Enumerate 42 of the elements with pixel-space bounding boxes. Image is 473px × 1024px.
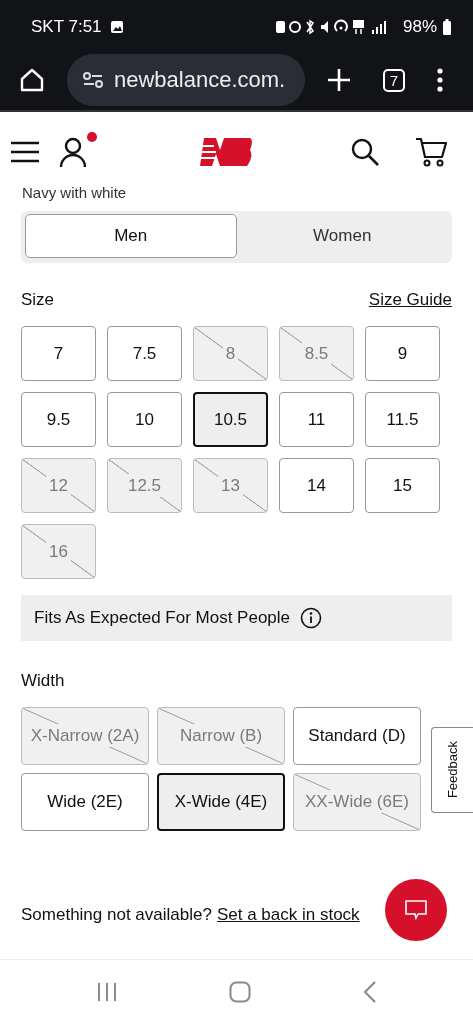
size-option[interactable]: 11 xyxy=(279,392,354,447)
size-option[interactable]: 15 xyxy=(365,458,440,513)
width-option[interactable]: Standard (D) xyxy=(293,707,421,765)
width-option[interactable]: Wide (2E) xyxy=(21,773,149,831)
width-option[interactable]: X-Wide (4E) xyxy=(157,773,285,831)
back-icon[interactable] xyxy=(363,981,378,1003)
info-icon[interactable] xyxy=(300,607,323,629)
feedback-tab[interactable]: Feedback xyxy=(431,727,473,813)
back-in-stock-link[interactable]: Set a back in stock xyxy=(216,905,360,925)
home-button-icon[interactable] xyxy=(229,981,252,1003)
chat-icon xyxy=(405,900,427,920)
gender-tab[interactable]: Women xyxy=(236,214,448,258)
new-tab-icon[interactable] xyxy=(327,68,351,92)
size-option[interactable]: 10.5 xyxy=(193,392,268,447)
battery-icon xyxy=(443,19,451,35)
size-option[interactable]: 10 xyxy=(107,392,182,447)
size-guide-link[interactable]: Size Guide xyxy=(368,290,452,310)
recent-apps-icon[interactable] xyxy=(95,982,118,1002)
gender-tab[interactable]: Men xyxy=(25,214,237,258)
menu-icon[interactable] xyxy=(11,141,39,163)
size-option[interactable]: 14 xyxy=(279,458,354,513)
size-option[interactable]: 7 xyxy=(21,326,96,381)
menu-icon[interactable] xyxy=(437,68,443,92)
size-option[interactable]: 7.5 xyxy=(107,326,182,381)
tab-count-button[interactable]: 7 xyxy=(383,68,405,92)
size-option[interactable]: 11.5 xyxy=(365,392,440,447)
url-text: newbalance.com. xyxy=(114,67,286,93)
size-option[interactable]: 9 xyxy=(365,326,440,381)
address-bar[interactable]: newbalance.com. xyxy=(67,54,305,106)
back-in-stock-text: Something not available? xyxy=(21,905,212,925)
color-name: Navy with white xyxy=(21,184,127,201)
size-option[interactable]: 9.5 xyxy=(21,392,96,447)
home-icon[interactable] xyxy=(19,67,45,93)
site-settings-icon[interactable] xyxy=(82,71,104,89)
size-label: Size xyxy=(21,290,55,310)
status-time: SKT 7:51 xyxy=(31,17,102,37)
battery-level: 98% xyxy=(402,17,437,37)
search-icon[interactable] xyxy=(351,138,379,166)
image-icon xyxy=(109,20,124,34)
cart-icon[interactable] xyxy=(415,137,447,167)
fit-text: Fits As Expected For Most People xyxy=(34,608,291,628)
width-label: Width xyxy=(21,671,66,691)
